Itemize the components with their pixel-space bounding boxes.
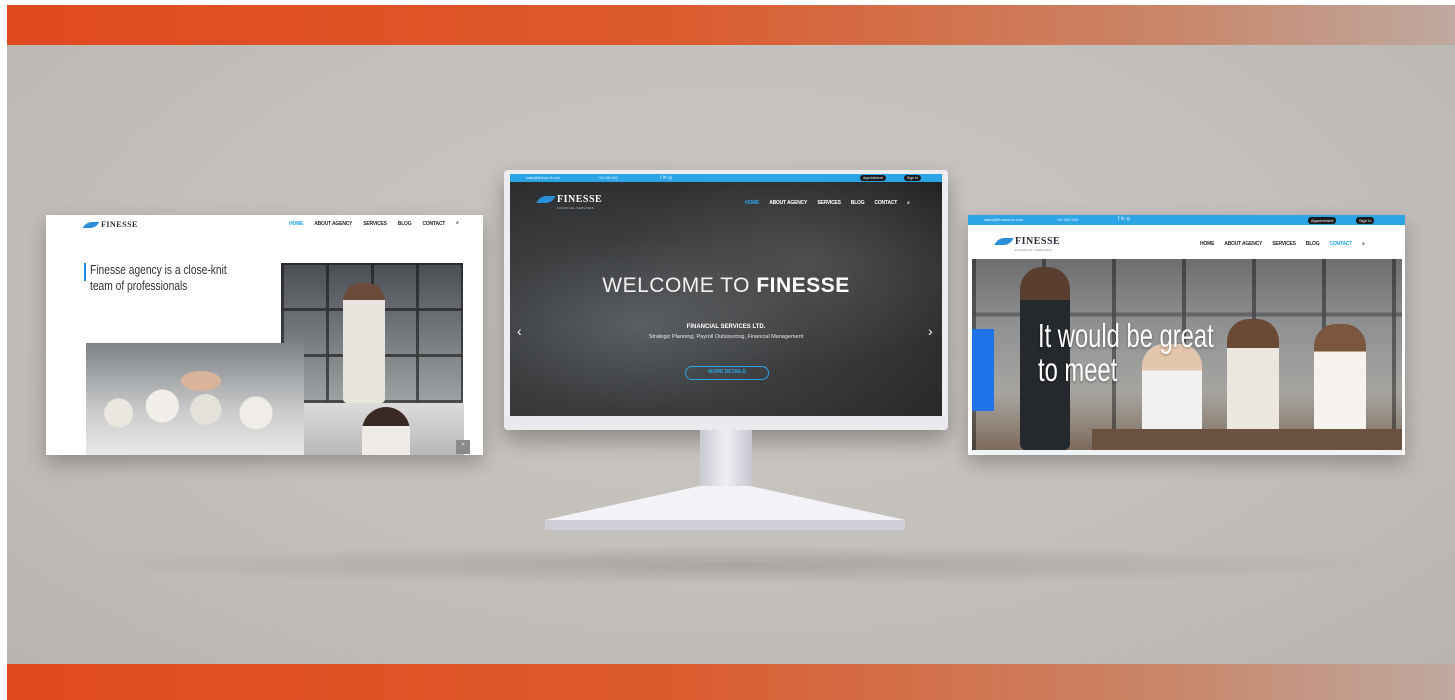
search-icon[interactable]: ⌕ [907,200,910,206]
left-menu-about[interactable]: ABOUT AGENCY [314,221,352,227]
right-headline-line1: It would be great [1038,317,1214,354]
top-accent-band [7,5,1455,45]
left-logo[interactable]: FINESSE [82,220,138,229]
right-menu-home[interactable]: HOME [1200,241,1214,247]
center-menu-home[interactable]: HOME [745,200,759,206]
right-menu-blog[interactable]: BLOG [1306,241,1320,247]
hero-subtitle: FINANCIAL SERVICES LTD. [686,324,766,330]
center-menu-contact[interactable]: CONTACT [874,200,897,206]
right-website-screen: sales@finesse-fs.com +44 000 000 f in ◎ … [968,215,1405,455]
right-topbar-phone[interactable]: +44 000 000 [1056,217,1078,222]
right-signin-button[interactable]: Sign In [1356,217,1375,224]
left-menu: HOME ABOUT AGENCY SERVICES BLOG CONTACT … [289,221,459,228]
left-menu-services[interactable]: SERVICES [363,221,387,227]
monitor-chin [504,416,948,430]
center-topbar-phone[interactable]: +44 000 000 [598,176,618,180]
right-headline-line2: to meet [1038,351,1118,388]
hero-tagline: Strategic Planning, Payroll Outsourcing,… [648,334,804,340]
left-website-screen: FINESSE HOME ABOUT AGENCY SERVICES BLOG … [46,215,483,455]
center-signin-button[interactable]: Sign In [904,175,921,181]
right-menu-contact[interactable]: CONTACT [1329,241,1352,247]
hero-title-bold: FINESSE [756,274,850,297]
right-logo-text: FINESSE [1015,236,1061,247]
stand-base-shape [545,486,905,530]
left-menu-blog[interactable]: BLOG [398,221,412,227]
right-logo[interactable]: FINESSE [994,236,1061,247]
center-logo-text: FINESSE [557,194,603,205]
center-menu-about[interactable]: ABOUT AGENCY [769,200,807,206]
bottom-accent-band [7,664,1455,700]
center-website-screen: sales@finesse-fs.com +44 000 000 f in ◎ … [510,174,942,424]
search-icon[interactable]: ⌕ [1362,241,1365,247]
team-figures [86,385,304,455]
feather-logo-icon [994,238,1014,245]
hero-title: WELCOME TO FINESSE [510,274,942,298]
center-menu-services[interactable]: SERVICES [817,200,841,206]
search-icon[interactable]: ⌕ [456,221,459,227]
left-logo-text: FINESSE [101,220,138,229]
hero-background-photo [510,174,942,424]
center-topbar-email[interactable]: sales@finesse-fs.com [526,176,560,180]
headline-accent-bar [84,263,86,281]
right-appointment-button[interactable]: Appointment [1308,217,1337,224]
right-topbar-email[interactable]: sales@finesse-fs.com [984,217,1023,222]
joined-hands [181,371,221,391]
left-headline: Finesse agency is a close-knit team of p… [90,263,227,293]
center-topbar: sales@finesse-fs.com +44 000 000 f in ◎ … [510,174,942,182]
scroll-top-button[interactable]: ^ [456,440,470,454]
hero-title-light: WELCOME TO [602,274,751,297]
social-icons[interactable]: f in ◎ [660,175,672,181]
office-woman-photo [281,263,463,403]
left-menu-home[interactable]: HOME [289,221,303,227]
right-menu-services[interactable]: SERVICES [1272,241,1296,247]
right-menu-about[interactable]: ABOUT AGENCY [1224,241,1262,247]
feather-logo-icon [536,196,556,203]
center-logo[interactable]: FINESSE [536,194,603,205]
right-headline: It would be great to meet [1038,319,1225,387]
right-menu: HOME ABOUT AGENCY SERVICES BLOG CONTACT … [1200,241,1365,247]
center-menu: HOME ABOUT AGENCY SERVICES BLOG CONTACT … [745,200,910,206]
center-logo-subtitle: FINANCIAL SERVICES [557,206,594,210]
meeting-table [1092,429,1402,450]
right-topbar: sales@finesse-fs.com +44 000 000 f in ◎ … [968,215,1405,225]
woman-figure [343,283,385,403]
feather-logo-icon [82,221,100,228]
monitor-stand-base [545,486,905,532]
center-appointment-button[interactable]: Appointment [860,175,886,181]
slider-prev-icon[interactable]: ‹ [517,324,522,338]
floor-shadow [67,545,1407,585]
woman-laptop-figure [362,407,410,455]
left-menu-contact[interactable]: CONTACT [422,221,445,227]
headline-blue-block [972,329,994,411]
slider-next-icon[interactable]: › [928,324,933,338]
social-icons[interactable]: f in ◎ [1118,216,1130,222]
center-menu-blog[interactable]: BLOG [851,200,865,206]
team-high-five-photo [86,343,304,455]
woman-laptop-photo [304,403,464,455]
right-logo-subtitle: FINANCIAL SERVICES [1015,248,1052,252]
more-details-button[interactable]: MORE DETAILS [685,366,769,380]
right-footer-strip [972,450,1402,455]
